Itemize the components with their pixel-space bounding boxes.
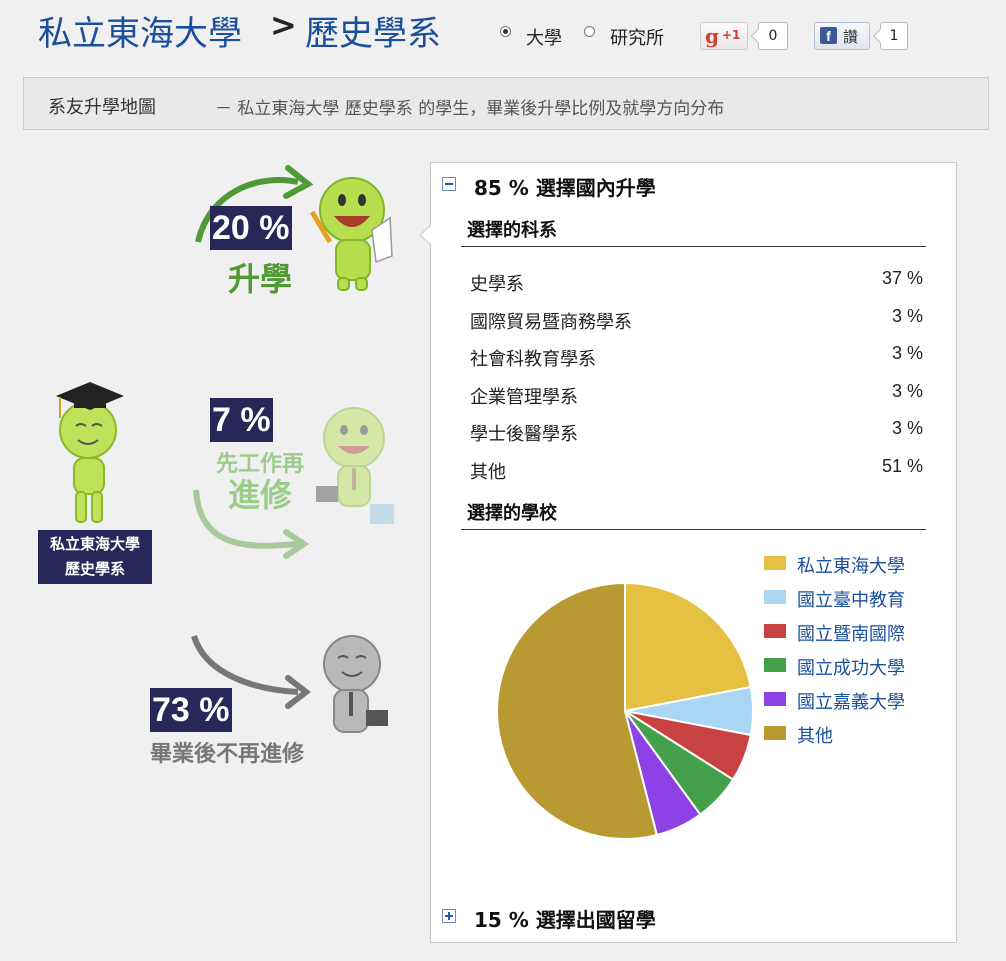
no-study-percent: 73 %: [150, 688, 232, 732]
banner-title: 系友升學地圖: [48, 97, 156, 118]
domestic-section-header[interactable]: 85 % 選擇國內升學: [474, 172, 656, 201]
facebook-like-button[interactable]: f 讚: [814, 22, 870, 50]
divider: [461, 246, 926, 247]
department-row-pct: 37 %: [881, 268, 923, 288]
legend-swatch: [764, 556, 786, 570]
radio-graduate-label[interactable]: 研究所: [610, 24, 664, 50]
department-name: 歷史學系: [64, 560, 125, 578]
schools-pie-chart: [496, 581, 754, 840]
radio-university[interactable]: [500, 26, 511, 37]
department-row-pct: 3 %: [891, 343, 923, 363]
department-title: 歷史學系: [305, 14, 441, 54]
department-row-name: 史學系: [470, 274, 524, 295]
legend-swatch: [764, 590, 786, 604]
legend-label[interactable]: 國立成功大學: [797, 654, 905, 680]
department-row-pct: 3 %: [891, 306, 923, 326]
legend-swatch: [764, 726, 786, 740]
university-title-link[interactable]: 私立東海大學: [38, 6, 242, 55]
google-plus-one-button[interactable]: g +1: [700, 22, 748, 50]
radio-university-label[interactable]: 大學: [526, 24, 562, 50]
department-row-pct: 51 %: [881, 456, 923, 476]
further-study-caption: 升學: [228, 261, 293, 297]
abroad-section-header[interactable]: 15 % 選擇出國留學: [474, 904, 656, 933]
further-study-percent: 20 %: [210, 206, 292, 250]
idle-character-icon: [323, 635, 388, 733]
graduate-character-icon: [56, 382, 124, 523]
no-study-caption: 畢業後不再進修: [150, 741, 305, 766]
breadcrumb-separator: >: [270, 6, 297, 44]
department-row-name: 企業管理學系: [470, 387, 578, 408]
department-row-name: 學士後醫學系: [470, 424, 578, 445]
department-row-pct: 3 %: [891, 418, 923, 438]
banner-description: － 私立東海大學 歷史學系 的學生，畢業後升學比例及就學方向分布: [215, 99, 725, 119]
gplus-count: 0: [758, 22, 788, 50]
department-row-name: 國際貿易暨商務學系: [470, 312, 632, 333]
student-character-icon: [309, 177, 393, 291]
work-first-percent: 7 %: [210, 398, 273, 442]
department-row-name: 社會科教育學系: [470, 349, 596, 370]
department-row-name: 其他: [470, 462, 506, 483]
schools-heading: 選擇的學校: [467, 503, 557, 524]
facebook-icon: f: [820, 27, 837, 44]
legend-swatch: [764, 658, 786, 672]
departments-heading: 選擇的科系: [467, 220, 557, 241]
gplus-label: +1: [722, 28, 741, 42]
school-name: 私立東海大學: [49, 535, 140, 553]
school-department-label: 私立東海大學 歷史學系: [38, 530, 152, 584]
panel-pointer: [419, 225, 439, 245]
fb-like-count: 1: [880, 22, 908, 50]
legend-label[interactable]: 國立暨南國際: [797, 620, 905, 646]
legend-label[interactable]: 私立東海大學: [797, 552, 905, 578]
legend-swatch: [764, 692, 786, 706]
legend-swatch: [764, 624, 786, 638]
abroad-percent: 15 %: [474, 908, 529, 932]
legend-label[interactable]: 國立臺中教育: [797, 586, 905, 612]
google-g-icon: g: [705, 24, 719, 48]
divider: [461, 529, 926, 530]
domestic-label: 選擇國內升學: [535, 176, 656, 200]
collapse-domestic-toggle[interactable]: [442, 177, 456, 191]
legend-label[interactable]: 其他: [797, 722, 833, 748]
department-row-pct: 3 %: [891, 381, 923, 401]
legend-label[interactable]: 國立嘉義大學: [797, 688, 905, 714]
work-first-caption-bottom: 進修: [228, 477, 293, 513]
fb-like-label: 讚: [843, 28, 859, 46]
radio-graduate[interactable]: [584, 26, 595, 37]
expand-abroad-toggle[interactable]: [442, 909, 456, 923]
abroad-label: 選擇出國留學: [535, 908, 656, 932]
domestic-percent: 85 %: [474, 176, 529, 200]
page-banner: 系友升學地圖 － 私立東海大學 歷史學系 的學生，畢業後升學比例及就學方向分布: [23, 77, 989, 130]
